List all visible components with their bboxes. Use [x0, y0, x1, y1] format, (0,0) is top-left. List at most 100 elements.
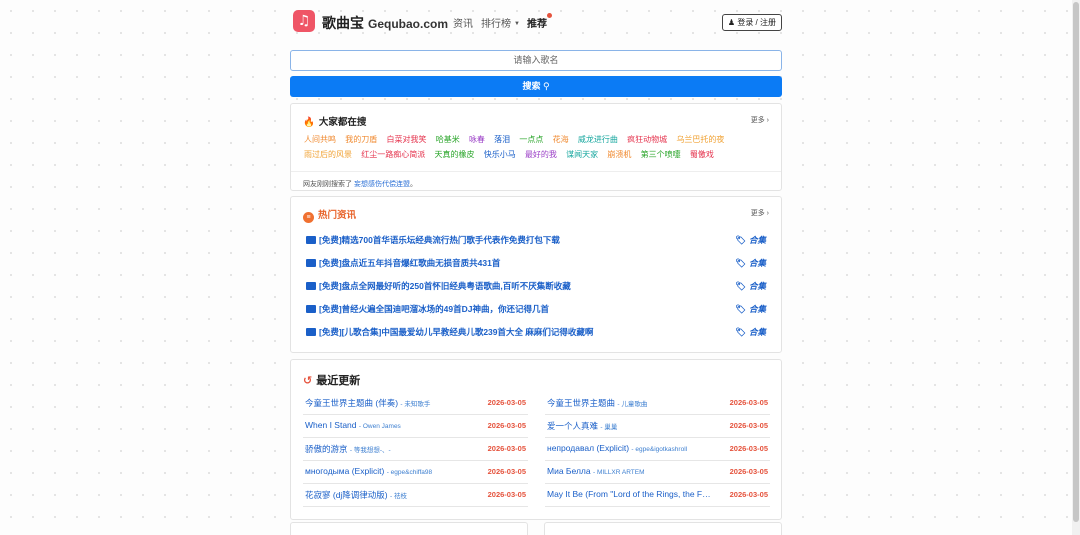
- recent-updates-title: ↺ 最近更新: [303, 372, 360, 388]
- news-item[interactable]: [免费]曾经火遍全国迪吧溜冰场的49首DJ神曲，你还记得几首 🏷 合集: [306, 303, 766, 317]
- nav-charts[interactable]: 排行榜 ▼: [481, 15, 520, 30]
- hot-search-tag[interactable]: 第三个喷嚏: [641, 150, 681, 159]
- recent-song-row[interactable]: многодыма (Explicit) - egpe&chiffa98 2026…: [303, 461, 528, 484]
- music-note-icon[interactable]: ♫: [293, 10, 315, 32]
- news-item-title[interactable]: [免费]盘点全网最好听的250首怀旧经典粤语歌曲,百听不厌集断收藏: [306, 280, 571, 292]
- recent-song-row[interactable]: Миа Белла - MILLXR ARTEM 2026-03-05: [545, 461, 770, 484]
- scrollbar-thumb[interactable]: [1073, 2, 1079, 522]
- collection-badge-label: 合集: [748, 304, 766, 314]
- hot-news-more-link[interactable]: 更多 ›: [751, 208, 769, 218]
- song-link[interactable]: многодыма (Explicit) - egpe&chiffa98: [305, 466, 475, 476]
- song-date: 2026-03-05: [729, 444, 768, 453]
- news-item-title[interactable]: [免费]盘点近五年抖音爆红歌曲无损音质共431首: [306, 257, 500, 269]
- collection-badge[interactable]: 🏷 合集: [735, 303, 766, 315]
- hot-search-tag[interactable]: 蜀儌戏: [690, 150, 714, 159]
- hot-search-tag[interactable]: 红尘一路痴心简派: [361, 150, 425, 159]
- song-artist: - 祛枝: [390, 493, 407, 500]
- recent-left-column: 今童王世界主题曲 (伴奏) - 未知歌手 2026-03-05 When I Sta…: [303, 392, 528, 507]
- hot-search-tag[interactable]: 崩溃机: [607, 150, 631, 159]
- recent-search-link[interactable]: 妄想感伤代偿连盟: [354, 181, 410, 188]
- hot-search-tag[interactable]: 天真的橡皮: [434, 150, 474, 159]
- song-title: 花寂寥 (dj降调律动版): [305, 490, 388, 500]
- search-input[interactable]: 请输入歌名: [290, 50, 782, 71]
- song-artist-name: 未知歌手: [404, 401, 431, 408]
- hot-search-tag[interactable]: 花海: [553, 135, 569, 144]
- recent-song-row[interactable]: непродавал (Explicit) - egpe&igotkashrol…: [545, 438, 770, 461]
- hot-search-more-link[interactable]: 更多 ›: [751, 115, 769, 125]
- song-link[interactable]: непродавал (Explicit) - egpe&igotkashrol…: [547, 443, 717, 453]
- recent-song-row[interactable]: 今童王世界主题曲 - 儿童歌曲 2026-03-05: [545, 392, 770, 415]
- hot-search-tag[interactable]: 谋闻天家: [566, 150, 598, 159]
- hot-search-tag[interactable]: 最好的我: [525, 150, 557, 159]
- search-icon: ⚲: [542, 81, 550, 91]
- hot-search-tag[interactable]: 落泪: [494, 135, 510, 144]
- song-link[interactable]: 骄傲的游京 - 等我想想-、-: [305, 443, 475, 455]
- flame-icon: 🔥: [303, 117, 315, 128]
- hot-search-tag[interactable]: 快乐小马: [484, 150, 516, 159]
- collection-badge[interactable]: 🏷 合集: [735, 280, 766, 292]
- song-link[interactable]: 今童王世界主题曲 (伴奏) - 未知歌手: [305, 397, 475, 409]
- bottom-card-left: [290, 522, 528, 535]
- song-link[interactable]: 爱一个人真难 - 巢巢: [547, 420, 717, 432]
- song-title: 今童王世界主题曲 (伴奏): [305, 398, 399, 408]
- song-date: 2026-03-05: [487, 444, 526, 453]
- tag-icon: 🏷: [735, 304, 746, 314]
- news-item-title[interactable]: [免费]曾经火遍全国迪吧溜冰场的49首DJ神曲，你还记得几首: [306, 303, 549, 315]
- hot-search-tag[interactable]: 我的刀盾: [345, 135, 377, 144]
- news-item[interactable]: [免费][儿歌合集]中国最爱幼儿早教经典儿歌239首大全 麻麻们记得收藏啊 🏷 合集: [306, 326, 766, 340]
- hot-search-tag[interactable]: 乌兰巴托的夜: [676, 135, 724, 144]
- song-artist: - MILLXR ARTEM: [592, 469, 645, 476]
- search-button-label: 搜索: [522, 81, 541, 91]
- hot-search-tag[interactable]: 哈基米: [436, 135, 460, 144]
- news-item-title[interactable]: [免费]精选700首华语乐坛经典流行热门歌手代表作免费打包下载: [306, 234, 560, 246]
- collection-badge[interactable]: 🏷 合集: [735, 326, 766, 338]
- hot-more-label: 更多: [750, 117, 765, 124]
- search-button[interactable]: 搜索 ⚲: [290, 76, 782, 97]
- login-button[interactable]: ♟ 登录 / 注册: [721, 14, 782, 31]
- brand-logo[interactable]: 歌曲宝 Gequbao.com: [322, 13, 448, 33]
- song-date: 2026-03-05: [729, 467, 768, 476]
- hot-search-tag[interactable]: 咏春: [469, 135, 485, 144]
- hot-search-tag[interactable]: 威龙进行曲: [578, 135, 618, 144]
- news-more-label: 更多: [750, 210, 765, 217]
- news-item[interactable]: [免费]盘点全网最好听的250首怀旧经典粤语歌曲,百听不厌集断收藏 🏷 合集: [306, 280, 766, 294]
- nav-recommend-label: 推荐: [527, 19, 547, 30]
- hot-search-tag[interactable]: 人间共鸣: [304, 135, 336, 144]
- hot-search-title: 🔥 大家都在搜: [303, 114, 366, 128]
- song-artist: - 儿童歌曲: [617, 401, 648, 408]
- song-link[interactable]: Миа Белла - MILLXR ARTEM: [547, 466, 717, 476]
- hot-search-tag[interactable]: 雨过后的风景: [304, 150, 352, 159]
- recent-song-row[interactable]: May It Be (From "Lord of the Rings, the …: [545, 484, 770, 507]
- song-link[interactable]: May It Be (From "Lord of the Rings, the …: [547, 489, 717, 499]
- recent-song-row[interactable]: 今童王世界主题曲 (伴奏) - 未知歌手 2026-03-05: [303, 392, 528, 415]
- user-icon: ♟: [727, 18, 736, 27]
- song-link[interactable]: 今童王世界主题曲 - 儿童歌曲: [547, 397, 717, 409]
- news-item-title[interactable]: [免费][儿歌合集]中国最爱幼儿早教经典儿歌239首大全 麻麻们记得收藏啊: [306, 326, 593, 338]
- song-date: 2026-03-05: [487, 421, 526, 430]
- song-title: When I Stand: [305, 420, 357, 430]
- collection-badge[interactable]: 🏷 合集: [735, 257, 766, 269]
- page-scrollbar[interactable]: [1072, 0, 1080, 535]
- news-item[interactable]: [免费]精选700首华语乐坛经典流行热门歌手代表作免费打包下载 🏷 合集: [306, 234, 766, 248]
- recent-song-row[interactable]: 爱一个人真难 - 巢巢 2026-03-05: [545, 415, 770, 438]
- hot-search-tag[interactable]: 一点点: [519, 135, 543, 144]
- hot-search-tag[interactable]: 白菜对我笑: [386, 135, 426, 144]
- song-link[interactable]: 花寂寥 (dj降调律动版) - 祛枝: [305, 489, 475, 501]
- nav-recommend[interactable]: 推荐: [527, 13, 552, 30]
- news-item-title-text: [免费][儿歌合集]中国最爱幼儿早教经典儿歌239首大全 麻麻们记得收藏啊: [319, 327, 594, 337]
- history-icon: ↺: [303, 375, 313, 387]
- nav-news[interactable]: 资讯: [453, 15, 473, 30]
- hot-search-tag[interactable]: 疯狂动物城: [627, 135, 667, 144]
- notification-dot: [547, 13, 552, 18]
- recent-song-row[interactable]: 花寂寥 (dj降调律动版) - 祛枝 2026-03-05: [303, 484, 528, 507]
- recent-song-row[interactable]: When I Stand - Owen James 2026-03-05: [303, 415, 528, 438]
- recent-song-row[interactable]: 骄傲的游京 - 等我想想-、- 2026-03-05: [303, 438, 528, 461]
- collection-badge[interactable]: 🏷 合集: [735, 234, 766, 246]
- song-artist: - egpe&chiffa98: [386, 469, 433, 476]
- collection-badge-label: 合集: [748, 235, 766, 245]
- song-date: 2026-03-05: [729, 398, 768, 407]
- song-link[interactable]: When I Stand - Owen James: [305, 420, 475, 430]
- folder-icon: [306, 236, 316, 244]
- news-item[interactable]: [免费]盘点近五年抖音爆红歌曲无损音质共431首 🏷 合集: [306, 257, 766, 271]
- hot-news-card: ≡ 热门资讯 更多 › [免费]精选700首华语乐坛经典流行热门歌手代表作免费打包…: [290, 196, 782, 353]
